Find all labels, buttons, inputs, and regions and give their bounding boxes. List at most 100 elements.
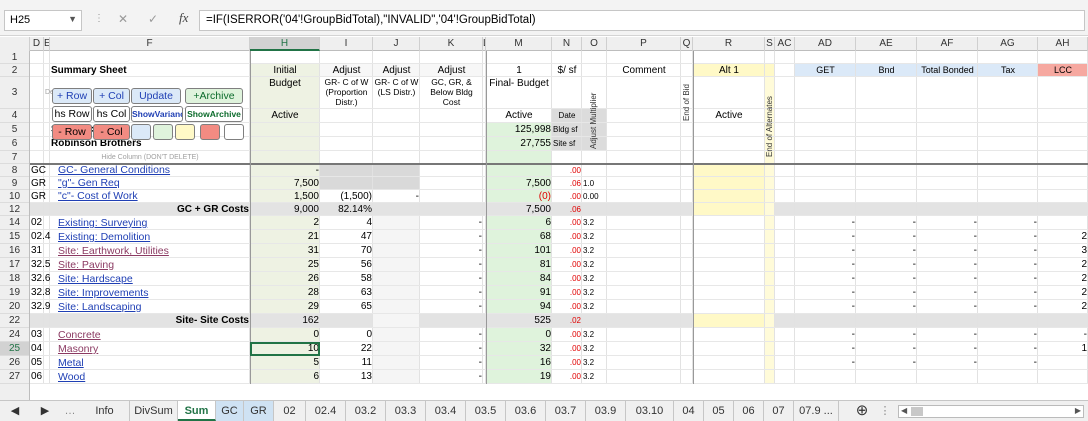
color-swatch-yellow-button[interactable] (175, 124, 195, 140)
formula-input[interactable]: =IF(ISERROR('04'!GroupBidTotal),"INVALID… (199, 10, 1085, 31)
cost-item-link[interactable]: Wood (58, 370, 249, 384)
tab-scroll-right-icon[interactable]: ▶ (30, 401, 60, 421)
row-header-12[interactable]: 12 (0, 203, 29, 216)
delete-col-button[interactable]: - Col (93, 124, 130, 140)
cost-item-link[interactable]: Site: Hardscape (58, 272, 249, 286)
name-box[interactable]: H25 ▼ (4, 10, 82, 31)
color-swatch-blue-button[interactable] (131, 124, 151, 140)
row-header-16[interactable]: 16 (0, 244, 29, 258)
tab-sum[interactable]: Sum (178, 401, 216, 421)
add-sheet-icon[interactable]: ⊕ (852, 401, 872, 421)
row-header-9[interactable]: 9 (0, 177, 29, 190)
column-header-k[interactable]: K (420, 37, 483, 51)
column-header-ah[interactable]: AH (1038, 37, 1088, 51)
delete-row-button[interactable]: - Row (52, 124, 92, 140)
cost-item-link[interactable]: "g"- Gen Req (58, 177, 249, 190)
cost-item-link[interactable]: Existing: Surveying (58, 216, 249, 230)
archive-button[interactable]: +Archive (185, 88, 243, 104)
column-header-ac[interactable]: AC (775, 37, 795, 51)
row-header-14[interactable]: 14 (0, 216, 29, 230)
tab-03-9[interactable]: 03.9 (586, 401, 626, 421)
column-header-i[interactable]: I (320, 37, 373, 51)
tab-03-7[interactable]: 03.7 (546, 401, 586, 421)
hs-col-button[interactable]: hs Col (93, 106, 130, 122)
tab-05[interactable]: 05 (704, 401, 734, 421)
tab-07[interactable]: 07 (764, 401, 794, 421)
row-header-25[interactable]: 25 (0, 342, 29, 356)
row-header-20[interactable]: 20 (0, 300, 29, 314)
column-header-af[interactable]: AF (917, 37, 978, 51)
hs-row-button[interactable]: hs Row (52, 106, 92, 122)
tab-04[interactable]: 04 (674, 401, 704, 421)
color-swatch-red-button[interactable] (200, 124, 220, 140)
add-row-button[interactable]: + Row (52, 88, 92, 104)
column-header-q[interactable]: Q (681, 37, 693, 51)
cost-item-link[interactable]: GC- General Conditions (58, 164, 249, 177)
cancel-icon[interactable]: ✕ (118, 12, 128, 26)
column-header-ag[interactable]: AG (978, 37, 1038, 51)
row-header-1[interactable]: 1 (0, 51, 29, 64)
color-swatch-green-button[interactable] (153, 124, 173, 140)
row-header-26[interactable]: 26 (0, 356, 29, 370)
tab-07-9-[interactable]: 07.9 ... (794, 401, 839, 421)
row-header-8[interactable]: 8 (0, 164, 29, 177)
tab-options-icon[interactable]: ⋮ (876, 401, 894, 421)
more-options-icon[interactable]: ⋮ (94, 13, 104, 24)
tab-03-6[interactable]: 03.6 (506, 401, 546, 421)
row-header-18[interactable]: 18 (0, 272, 29, 286)
tab-03-4[interactable]: 03.4 (426, 401, 466, 421)
tab-info[interactable]: Info (80, 401, 130, 421)
row-header-6[interactable]: 6 (0, 137, 29, 151)
cost-item-link[interactable]: Existing: Demolition (58, 230, 249, 244)
enter-icon[interactable]: ✓ (148, 12, 158, 26)
tab-scroll-left-icon[interactable]: ◀ (0, 401, 30, 421)
cost-item-link[interactable]: Site: Earthwork, Utilities (58, 244, 249, 258)
tab-03-10[interactable]: 03.10 (626, 401, 674, 421)
tab-03-3[interactable]: 03.3 (386, 401, 426, 421)
tab-03-2[interactable]: 03.2 (346, 401, 386, 421)
column-header-d[interactable]: D (30, 37, 44, 51)
show-variance-button[interactable]: ShowVariance (131, 106, 183, 122)
update-button[interactable]: Update (131, 88, 181, 104)
column-header-r[interactable]: R (693, 37, 765, 51)
row-header-24[interactable]: 24 (0, 328, 29, 342)
cost-item-link[interactable]: Site: Landscaping (58, 300, 249, 314)
row-header-2[interactable]: 2 (0, 64, 29, 77)
row-header-3[interactable]: 3 (0, 77, 29, 109)
column-header-ad[interactable]: AD (795, 37, 856, 51)
tab-06[interactable]: 06 (734, 401, 764, 421)
column-header-h[interactable]: H (250, 37, 320, 51)
horizontal-scrollbar[interactable]: ◀ ▶ (898, 405, 1084, 418)
column-header-j[interactable]: J (373, 37, 420, 51)
column-header-s[interactable]: S (765, 37, 775, 51)
color-swatch-white-button[interactable] (224, 124, 244, 140)
row-header-10[interactable]: 10 (0, 190, 29, 203)
tab-03-5[interactable]: 03.5 (466, 401, 506, 421)
cost-item-link[interactable]: Metal (58, 356, 249, 370)
column-header-ae[interactable]: AE (856, 37, 917, 51)
selected-cell-h25[interactable] (250, 342, 320, 356)
row-header-7[interactable]: 7 (0, 151, 29, 164)
column-header-m[interactable]: M (486, 37, 552, 51)
row-header-19[interactable]: 19 (0, 286, 29, 300)
row-header-22[interactable]: 22 (0, 314, 29, 328)
row-header-17[interactable]: 17 (0, 258, 29, 272)
row-header-27[interactable]: 27 (0, 370, 29, 384)
insert-function-icon[interactable]: fx (179, 10, 188, 26)
scrollbar-thumb[interactable] (911, 407, 923, 416)
row-header-15[interactable]: 15 (0, 230, 29, 244)
sheet-grid[interactable]: Summary SheetDeleteHide Column (DON'T DE… (30, 51, 1088, 400)
column-header-f[interactable]: F (50, 37, 250, 51)
select-all-corner[interactable] (0, 37, 30, 51)
add-col-button[interactable]: + Col (93, 88, 130, 104)
tab-02-4[interactable]: 02.4 (306, 401, 346, 421)
tab-divsum[interactable]: DivSum (130, 401, 178, 421)
row-header-4[interactable]: 4 (0, 109, 29, 123)
tab-02[interactable]: 02 (274, 401, 306, 421)
cost-item-link[interactable]: Masonry (58, 342, 249, 356)
cost-item-link[interactable]: Site: Improvements (58, 286, 249, 300)
column-header-p[interactable]: P (607, 37, 681, 51)
cost-item-link[interactable]: Site: Paving (58, 258, 249, 272)
column-header-n[interactable]: N (552, 37, 582, 51)
chevron-down-icon[interactable]: ▼ (68, 14, 77, 24)
